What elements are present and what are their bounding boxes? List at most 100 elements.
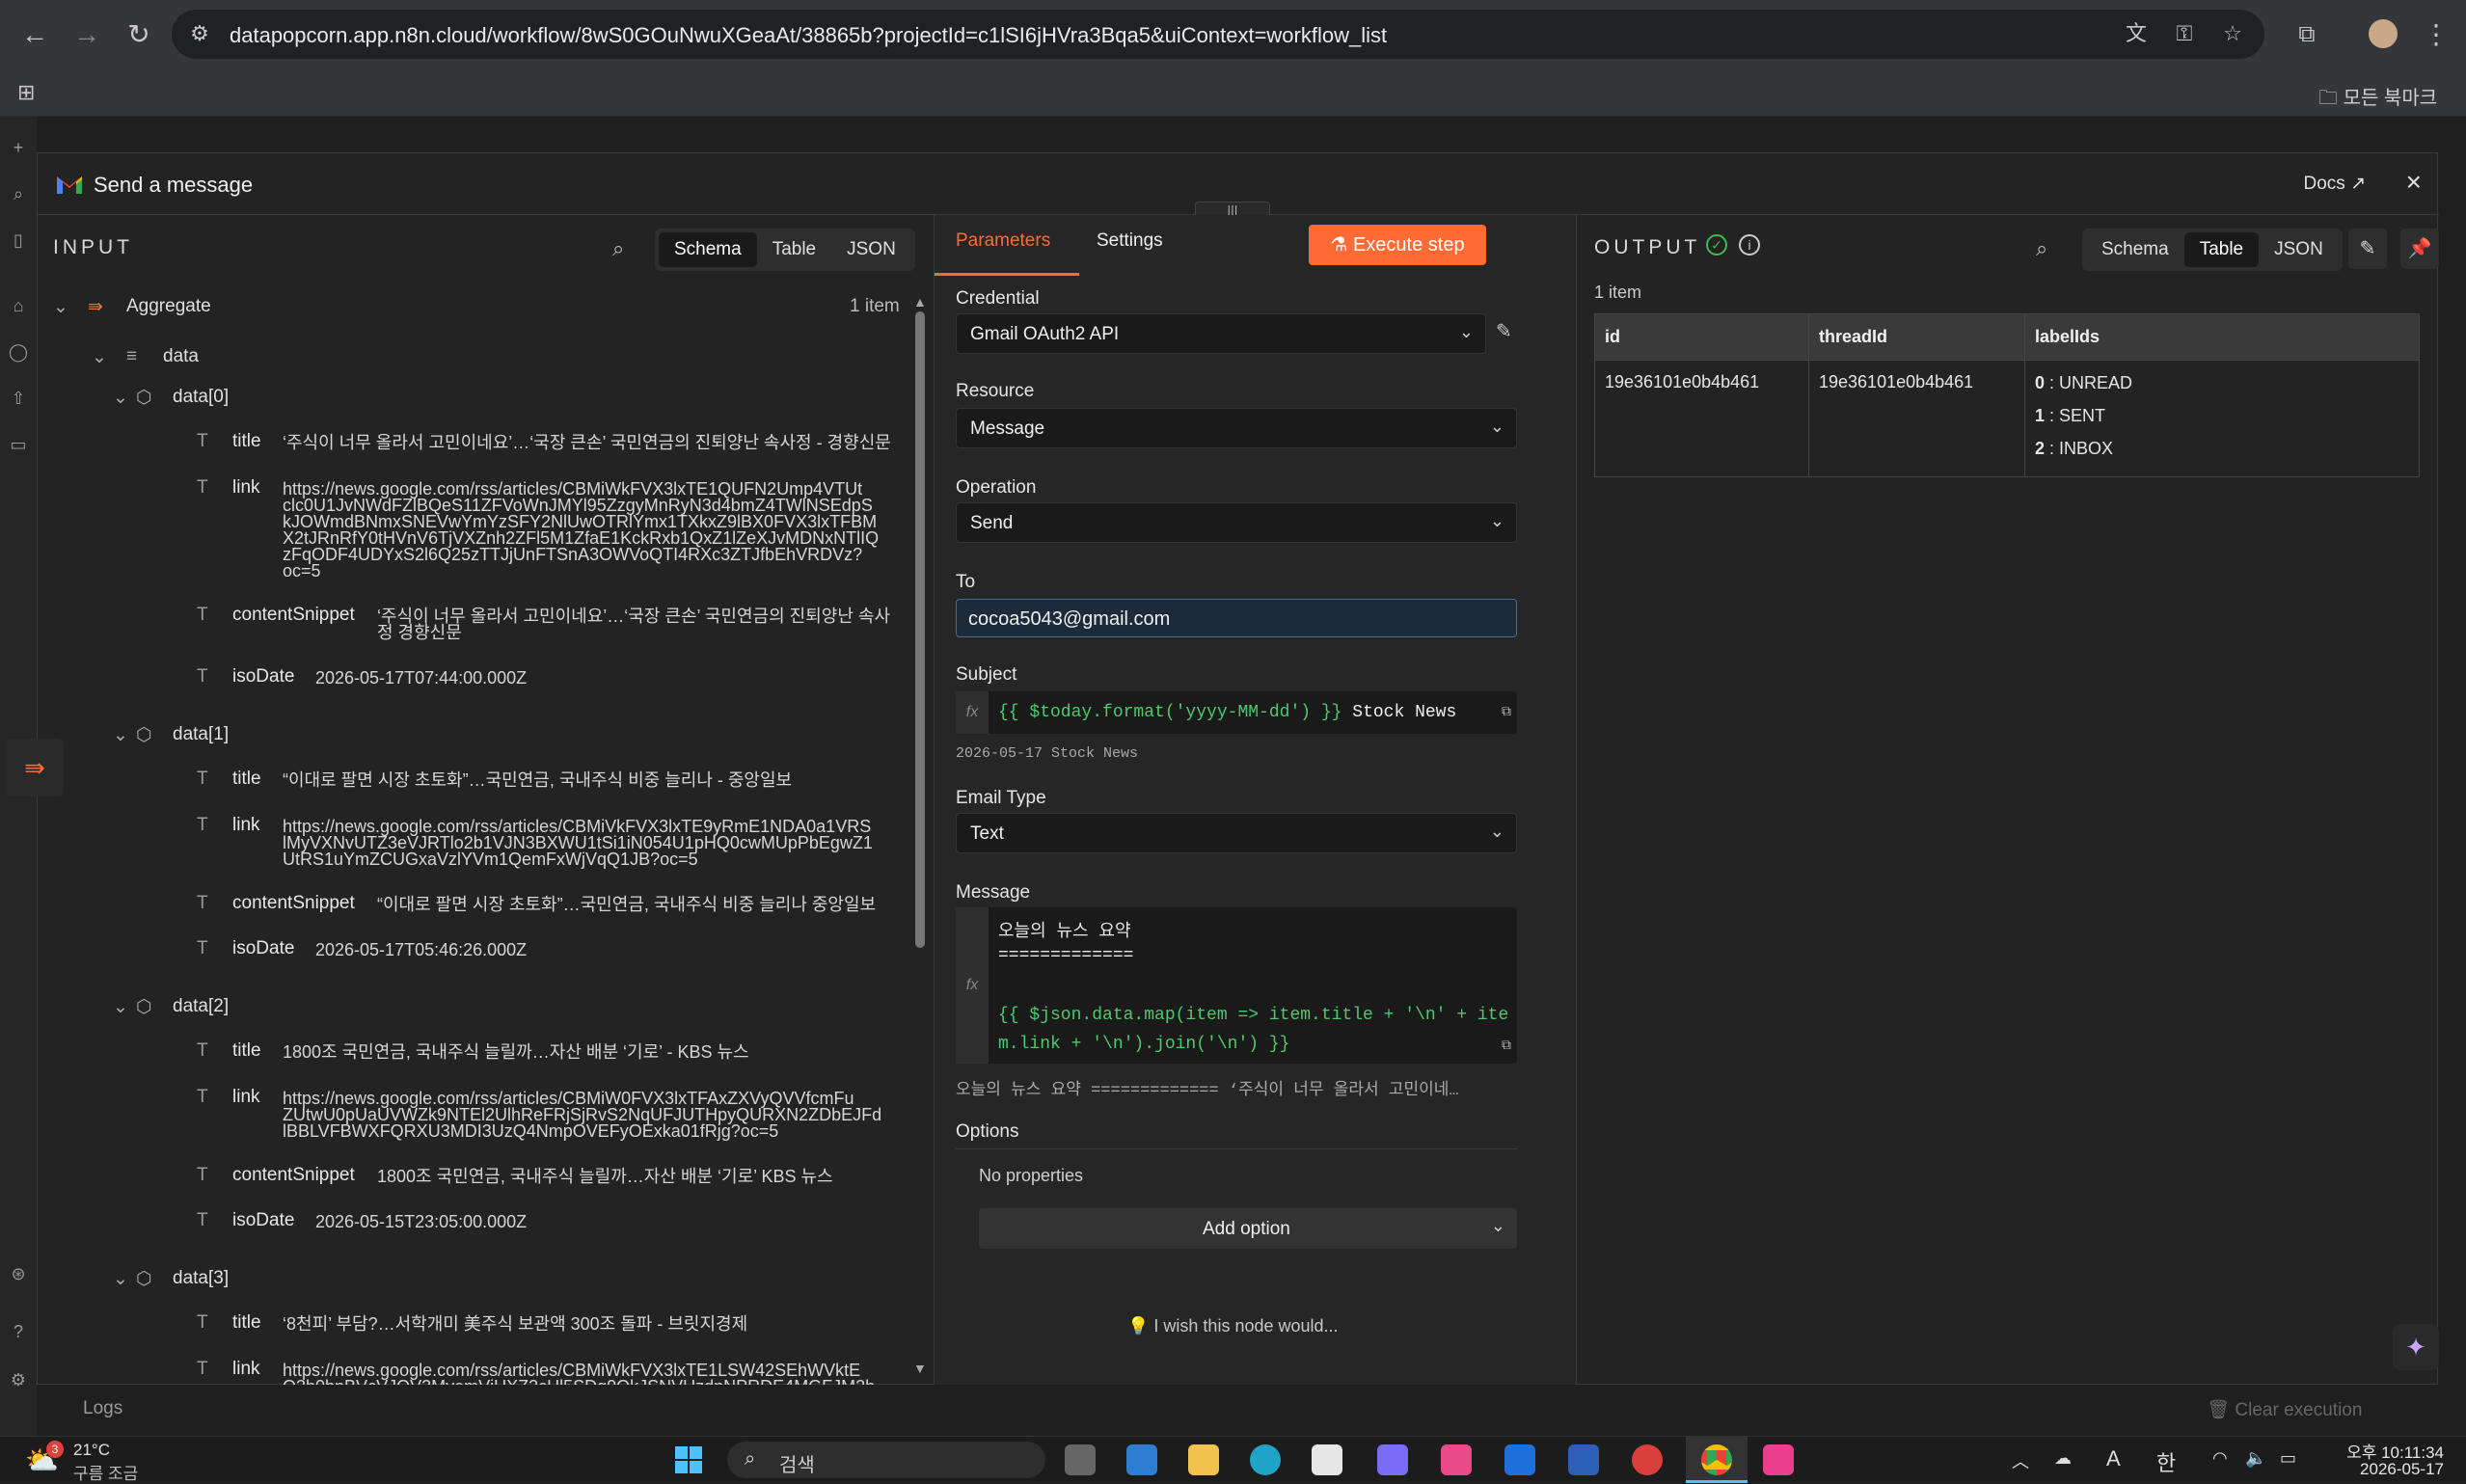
- search-icon[interactable]: ⌕: [8, 184, 29, 205]
- tab-json[interactable]: JSON: [831, 232, 911, 267]
- user-icon[interactable]: ◯: [8, 342, 29, 364]
- resource-select[interactable]: Message ⌄: [956, 408, 1517, 448]
- search-icon[interactable]: ⌕: [2036, 236, 2047, 261]
- chevron-down-icon[interactable]: ⌄: [113, 724, 128, 746]
- address-bar[interactable]: ⚙ datapopcorn.app.n8n.cloud/workflow/8wS…: [172, 10, 2264, 59]
- ime-mode[interactable]: A: [2106, 1446, 2121, 1471]
- field-value: zFqODF4UDYxS2l6Q25zTTJjUnFTSnA3OWVoQTI4R…: [283, 545, 863, 564]
- chrome-icon: [1701, 1444, 1732, 1475]
- clock-date[interactable]: 2026-05-17: [2332, 1460, 2444, 1479]
- tab-schema[interactable]: Schema: [2086, 232, 2184, 267]
- templates-icon[interactable]: ⊛: [8, 1264, 29, 1285]
- app-icon[interactable]: [1441, 1444, 1472, 1475]
- share-icon[interactable]: ⇧: [8, 389, 29, 410]
- volume-icon[interactable]: 🔈: [2245, 1448, 2266, 1469]
- tab-settings[interactable]: Settings: [1097, 230, 1163, 252]
- tab-schema[interactable]: Schema: [659, 232, 757, 267]
- home-icon[interactable]: ⌂: [8, 296, 29, 317]
- app-icon[interactable]: [1763, 1444, 1794, 1475]
- word-icon[interactable]: [1568, 1444, 1599, 1475]
- all-bookmarks[interactable]: 🗀 모든 북마크: [2318, 82, 2437, 117]
- info-icon[interactable]: i: [1739, 234, 1760, 256]
- ime-language[interactable]: 한: [2156, 1446, 2176, 1477]
- to-input[interactable]: cocoa5043@gmail.com: [956, 599, 1517, 637]
- divider: [956, 1148, 1517, 1149]
- chevron-up-icon[interactable]: ︿: [2012, 1448, 2029, 1473]
- text-type-icon: T: [197, 1312, 208, 1333]
- logs-toggle[interactable]: Logs: [83, 1398, 122, 1419]
- forward-icon[interactable]: →: [69, 17, 104, 52]
- add-icon[interactable]: +: [8, 138, 29, 159]
- field-value: ‘8천피’ 부담?…서학개미 美주식 보관액 300조 돌파 - 브릿지경제: [283, 1314, 748, 1334]
- item-key: data[1]: [173, 724, 230, 744]
- site-info-icon[interactable]: ⚙: [187, 21, 212, 46]
- expand-icon[interactable]: ⧉: [1502, 703, 1511, 719]
- edit-output-icon[interactable]: ✎: [2348, 229, 2387, 269]
- battery-icon[interactable]: ▭: [2280, 1448, 2296, 1469]
- chevron-down-icon[interactable]: ⌄: [53, 296, 68, 318]
- chat-icon[interactable]: ▭: [8, 435, 29, 456]
- scrollbar-thumb[interactable]: [915, 311, 925, 948]
- node-panel-icon[interactable]: ⇛: [6, 739, 64, 796]
- message-expression-input[interactable]: fx 오늘의 뉴스 요약 ============= {{ $json.data…: [956, 907, 1517, 1064]
- scroll-up-icon[interactable]: ▲: [913, 294, 927, 310]
- chevron-down-icon[interactable]: ⌄: [92, 346, 107, 368]
- expand-icon[interactable]: ⧉: [1502, 1037, 1511, 1053]
- credential-select[interactable]: Gmail OAuth2 API ⌄: [956, 313, 1486, 354]
- extensions-icon[interactable]: ⧉: [2290, 17, 2324, 52]
- operation-select[interactable]: Send ⌄: [956, 502, 1517, 543]
- reload-icon[interactable]: ↻: [122, 17, 156, 52]
- tab-parameters[interactable]: Parameters: [956, 230, 1050, 252]
- scroll-down-icon[interactable]: ▼: [913, 1361, 927, 1376]
- fx-icon: fx: [956, 691, 989, 734]
- help-icon[interactable]: ?: [8, 1322, 29, 1343]
- subject-expression-input[interactable]: fx {{ $today.format('yyyy-MM-dd') }} Sto…: [956, 691, 1517, 734]
- chrome-taskbar-item[interactable]: [1686, 1437, 1748, 1483]
- chevron-down-icon[interactable]: ⌄: [113, 1268, 128, 1290]
- file-explorer-icon[interactable]: [1188, 1444, 1219, 1475]
- clear-execution-button[interactable]: 🗑 Clear execution: [2207, 1398, 2362, 1421]
- powerpoint-icon[interactable]: [1632, 1444, 1663, 1475]
- pin-icon[interactable]: 📌: [2400, 229, 2439, 269]
- ai-assistant-icon[interactable]: ✦: [2393, 1324, 2439, 1370]
- cloud-icon[interactable]: ☁: [2054, 1448, 2072, 1469]
- wifi-icon[interactable]: ◠: [2212, 1448, 2228, 1469]
- panel-icon[interactable]: ▯: [8, 230, 29, 252]
- search-icon[interactable]: ⌕: [612, 236, 624, 261]
- tab-table[interactable]: Table: [757, 232, 831, 267]
- chevron-down-icon[interactable]: ⌄: [113, 387, 128, 409]
- task-view-icon[interactable]: [1065, 1444, 1096, 1475]
- tab-table[interactable]: Table: [2183, 232, 2260, 267]
- password-key-icon[interactable]: ⚿: [2172, 21, 2197, 46]
- field-value: UtRS1uYmZCUGxaVzlYVm1QemFxWjVqQ1JB?oc=5: [283, 850, 698, 869]
- execute-step-button[interactable]: ⚗ Execute step: [1309, 225, 1486, 265]
- search-icon: ⌕: [745, 1448, 756, 1470]
- root-node-name: Aggregate: [126, 296, 211, 316]
- tab-json[interactable]: JSON: [2259, 232, 2339, 267]
- close-icon[interactable]: ×: [2406, 167, 2422, 198]
- field-value: 2026-05-17T07:44:00.000Z: [315, 668, 528, 688]
- app-icon[interactable]: [1126, 1444, 1157, 1475]
- windows-start-icon[interactable]: [675, 1446, 702, 1473]
- outlook-icon[interactable]: [1504, 1444, 1535, 1475]
- apps-grid-icon[interactable]: ⊞: [17, 80, 35, 105]
- edge-icon[interactable]: [1250, 1444, 1281, 1475]
- feedback-link[interactable]: 💡 I wish this node would...: [1127, 1316, 1339, 1336]
- app-icon[interactable]: [1377, 1444, 1408, 1475]
- chevron-down-icon[interactable]: ⌄: [113, 996, 128, 1018]
- edit-credential-icon[interactable]: ✎: [1496, 319, 1512, 343]
- docs-link[interactable]: Docs ↗: [2304, 173, 2367, 195]
- bookmark-star-icon[interactable]: ☆: [2220, 21, 2245, 46]
- store-icon[interactable]: [1312, 1444, 1342, 1475]
- field-value: “이대로 팔면 시장 초토화”…국민연금, 국내주식 비중 늘리나 중앙일보: [377, 895, 877, 914]
- add-option-button[interactable]: Add option ⌄: [979, 1208, 1517, 1249]
- text-type-icon: T: [197, 1087, 208, 1107]
- profile-avatar[interactable]: [2369, 19, 2398, 48]
- translate-icon[interactable]: 文: [2124, 21, 2149, 46]
- browser-menu-icon[interactable]: ⋮: [2419, 17, 2453, 52]
- taskbar-search[interactable]: ⌕ 검색: [727, 1442, 1045, 1478]
- label-0: 0 : UNREAD: [2035, 373, 2133, 392]
- settings-icon[interactable]: ⚙: [8, 1370, 29, 1391]
- back-icon[interactable]: ←: [17, 17, 52, 52]
- email-type-select[interactable]: Text ⌄: [956, 813, 1517, 853]
